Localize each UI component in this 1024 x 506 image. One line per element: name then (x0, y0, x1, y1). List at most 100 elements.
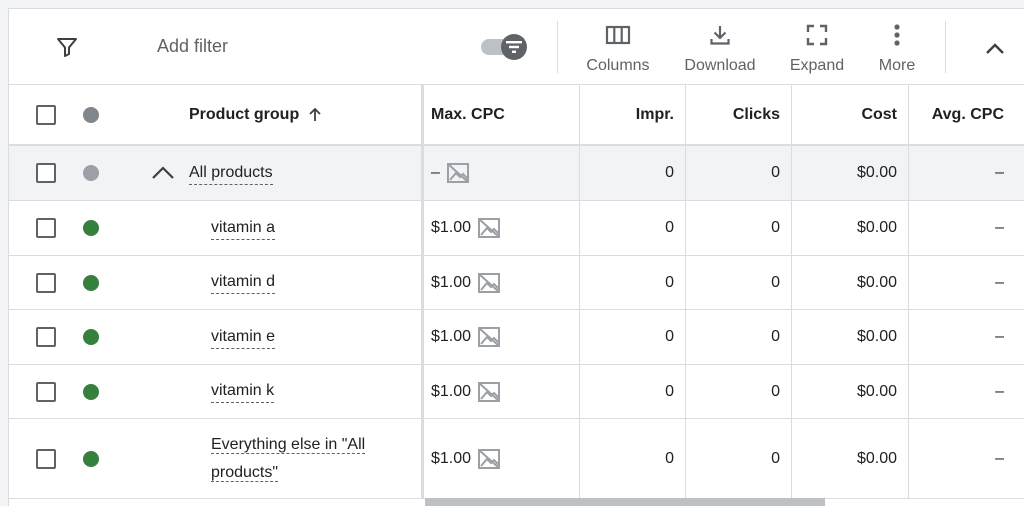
status-dot[interactable] (83, 165, 99, 181)
clicks-cell: 0 (771, 164, 780, 181)
max-cpc-cell[interactable]: $1.00 (431, 365, 501, 418)
header-avg-cpc[interactable]: Avg. CPC (909, 85, 1004, 144)
toolbar-divider (557, 21, 558, 73)
product-group-name[interactable]: Everything else in "All products" (211, 431, 381, 487)
table-row: vitamin a $1.00 0 0 $0.00 – (9, 201, 1024, 256)
max-cpc-value: $1.00 (431, 328, 472, 345)
segment-toggle[interactable] (481, 34, 531, 60)
avg-cpc-cell: – (995, 273, 1004, 291)
avg-cpc-cell: – (995, 328, 1004, 345)
status-dot[interactable] (83, 220, 99, 236)
toggle-knob (501, 34, 527, 60)
cost-cell: $0.00 (856, 382, 897, 400)
edit-image-icon (478, 327, 501, 347)
product-group-link[interactable]: vitamin e (211, 326, 276, 349)
product-group-link[interactable]: vitamin k (211, 380, 275, 403)
max-cpc-value: $1.00 (431, 382, 472, 400)
clicks-cell: 0 (771, 219, 780, 236)
fullscreen-icon (806, 21, 828, 49)
product-group-link[interactable]: Everything else in "All products" (211, 436, 366, 482)
row-checkbox[interactable] (36, 273, 56, 293)
edit-image-icon (478, 218, 501, 238)
horizontal-scrollbar[interactable] (425, 498, 825, 506)
max-cpc-value: – (431, 164, 440, 181)
row-checkbox[interactable] (36, 327, 56, 347)
impr-cell: 0 (665, 382, 674, 400)
column-divider (421, 365, 424, 418)
impr-cell: 0 (665, 219, 674, 236)
max-cpc-value: $1.00 (431, 449, 472, 467)
edit-image-icon (478, 381, 501, 402)
max-cpc-cell[interactable]: $1.00 (431, 256, 501, 309)
impr-cell: 0 (665, 328, 674, 345)
row-checkbox[interactable] (36, 382, 56, 402)
clicks-cell: 0 (771, 382, 780, 400)
max-cpc-cell[interactable]: $1.00 (431, 419, 501, 498)
more-label: More (878, 57, 916, 74)
column-divider (421, 256, 424, 309)
header-impr[interactable]: Impr. (580, 85, 674, 144)
avg-cpc-cell: – (995, 164, 1004, 181)
max-cpc-cell[interactable]: $1.00 (431, 201, 501, 255)
table-row: vitamin e $1.00 0 0 $0.00 – (9, 310, 1024, 365)
download-label: Download (684, 57, 756, 74)
header-clicks[interactable]: Clicks (686, 85, 780, 144)
max-cpc-value: $1.00 (431, 273, 472, 291)
cost-cell: $0.00 (856, 219, 897, 236)
header-max-cpc[interactable]: Max. CPC (431, 85, 505, 144)
add-filter-button[interactable]: Add filter (157, 36, 228, 57)
status-dot[interactable] (83, 329, 99, 345)
product-group-name[interactable]: vitamin a (211, 201, 276, 255)
table-row: vitamin d $1.00 0 0 $0.00 – (9, 256, 1024, 310)
status-dot[interactable] (83, 451, 99, 467)
avg-cpc-cell: – (995, 382, 1004, 400)
row-checkbox[interactable] (36, 163, 56, 183)
header-cost[interactable]: Cost (792, 85, 897, 144)
column-divider (421, 85, 424, 144)
product-groups-panel: Add filter Columns Download Expand More … (8, 8, 1024, 506)
collapse-toolbar-button[interactable] (981, 35, 1009, 63)
product-group-name[interactable]: All products (189, 146, 273, 200)
download-button[interactable]: Download (683, 21, 757, 77)
avg-cpc-cell: – (995, 449, 1004, 467)
column-divider (421, 201, 424, 255)
columns-label: Columns (586, 57, 650, 74)
filter-icon[interactable] (55, 35, 79, 59)
impr-cell: 0 (665, 449, 674, 467)
expand-label: Expand (789, 57, 845, 74)
row-checkbox[interactable] (36, 218, 56, 238)
status-dot[interactable] (83, 384, 99, 400)
status-header-icon[interactable] (83, 107, 99, 123)
header-product-group-label: Product group (189, 105, 300, 123)
max-cpc-cell[interactable]: $1.00 (431, 310, 501, 364)
column-divider (421, 419, 424, 498)
max-cpc-cell[interactable]: – (431, 146, 470, 200)
table-toolbar: Add filter Columns Download Expand More (9, 9, 1024, 85)
product-group-link[interactable]: vitamin a (211, 217, 276, 240)
clicks-cell: 0 (771, 273, 780, 291)
columns-button[interactable]: Columns (585, 21, 651, 77)
column-divider (421, 310, 424, 364)
toolbar-divider (945, 21, 946, 73)
header-product-group[interactable]: Product group (189, 85, 323, 144)
product-group-link[interactable]: vitamin d (211, 271, 276, 294)
product-group-name[interactable]: vitamin k (211, 365, 275, 418)
status-dot[interactable] (83, 275, 99, 291)
table-row: Everything else in "All products" $1.00 … (9, 419, 1024, 499)
product-group-name[interactable]: vitamin d (211, 256, 276, 309)
cost-cell: $0.00 (856, 164, 897, 181)
more-button[interactable]: More (875, 21, 919, 77)
avg-cpc-cell: – (995, 219, 1004, 236)
table-row-all-products: All products – 0 0 $0.00 – (9, 146, 1024, 201)
row-checkbox[interactable] (36, 449, 56, 469)
select-all-checkbox[interactable] (36, 105, 56, 125)
chevron-up-icon (986, 43, 1004, 54)
expand-button[interactable]: Expand (789, 21, 845, 77)
product-group-link[interactable]: All products (189, 162, 273, 185)
cost-cell: $0.00 (856, 449, 897, 467)
cost-cell: $0.00 (856, 273, 897, 291)
product-group-name[interactable]: vitamin e (211, 310, 276, 364)
collapse-group-icon[interactable] (151, 166, 175, 180)
download-icon (708, 21, 732, 49)
clicks-cell: 0 (771, 449, 780, 467)
